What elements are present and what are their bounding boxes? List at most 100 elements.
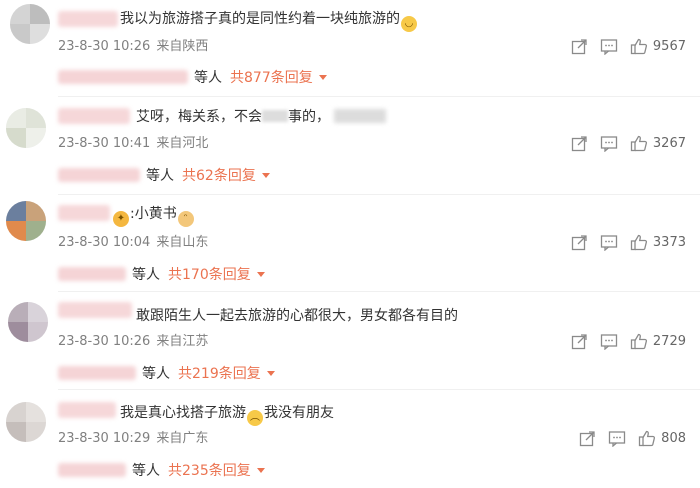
timestamp: 23-8-30 10:41 — [58, 136, 151, 151]
comment-item: 艾呀，梅关系，不会 事的， 23-8-30 10:41 来自河北 3267 等人 共… — [0, 98, 700, 195]
reply-suffix: 等人 — [132, 463, 160, 479]
comment-text: 艾呀，梅关系，不会 事的， — [136, 108, 386, 126]
avatar[interactable] — [6, 108, 46, 148]
share-icon — [580, 430, 595, 446]
comment-actions: 3267 — [571, 134, 686, 152]
avatar[interactable] — [6, 201, 46, 241]
like-count: 3373 — [652, 234, 686, 250]
like-count: 3267 — [652, 135, 686, 151]
like-button[interactable]: 2729 — [630, 333, 686, 350]
comment-text: 我以为旅游搭子真的是同性约着一块纯旅游的 ◡ — [120, 10, 418, 32]
share-icon — [571, 135, 587, 151]
comment-text: ✦:小黄书 ᵔ — [112, 205, 195, 227]
expand-replies-link[interactable]: 共877条回复 — [230, 67, 327, 87]
share-button[interactable] — [571, 38, 588, 55]
comment-item: 我以为旅游搭子真的是同性约着一块纯旅游的 ◡ 23-8-30 10:26 来自陕西 … — [0, 0, 700, 98]
reply-suffix: 等人 — [194, 70, 222, 86]
divider — [58, 96, 700, 97]
username[interactable] — [58, 11, 118, 27]
comment-meta: 23-8-30 10:41 来自河北 — [58, 136, 208, 152]
comment-meta: 23-8-30 10:29 来自广东 — [58, 431, 208, 447]
like-button[interactable]: 3267 — [630, 135, 686, 152]
caret-down-icon — [256, 467, 265, 473]
thumbs-up-icon — [630, 234, 647, 250]
reply-summary: 等人 共219条回复 — [58, 361, 275, 385]
thumbs-up-icon — [630, 38, 647, 54]
share-icon — [571, 333, 587, 349]
like-count: 2729 — [652, 333, 686, 349]
username[interactable] — [58, 205, 110, 221]
thumbs-up-icon — [630, 135, 647, 151]
expand-replies-link[interactable]: 共170条回复 — [168, 264, 265, 284]
comment-icon — [609, 430, 626, 447]
comment-button[interactable] — [600, 135, 618, 152]
share-icon — [571, 38, 587, 54]
location: 来自江苏 — [156, 334, 209, 349]
censored-mention — [334, 109, 386, 123]
location: 来自陕西 — [156, 39, 209, 54]
like-button[interactable]: 9567 — [630, 38, 686, 55]
timestamp: 23-8-30 10:26 — [58, 39, 151, 54]
comment-button[interactable] — [600, 333, 618, 350]
replier-names — [58, 267, 126, 281]
comment-icon — [600, 234, 618, 251]
comment-icon — [600, 333, 618, 350]
like-count: 9567 — [652, 38, 686, 54]
comment-item: 我是真心找搭子旅游 ︵ 我没有朋友 23-8-30 10:29 来自广东 808 等人… — [0, 390, 700, 488]
comment-actions: 3373 — [571, 233, 686, 251]
timestamp: 23-8-30 10:04 — [58, 235, 151, 250]
like-button[interactable]: 808 — [638, 430, 686, 447]
avatar[interactable] — [6, 402, 46, 442]
expand-replies-link[interactable]: 共235条回复 — [168, 460, 265, 480]
blink-emoji-icon: ◡ — [401, 16, 417, 32]
reply-summary: 等人 共235条回复 — [58, 458, 265, 482]
location: 来自山东 — [156, 235, 209, 250]
sparkle-emoji-icon: ✦ — [113, 211, 129, 227]
comment-item: 敢跟陌生人一起去旅游的心都很大，男女都各有目的 23-8-30 10:26 来自江… — [0, 292, 700, 390]
cat-face-emoji-icon: ᵔ — [177, 211, 194, 227]
comment-meta: 23-8-30 10:26 来自江苏 — [58, 334, 208, 350]
share-icon — [571, 234, 587, 250]
comment-meta: 23-8-30 10:04 来自山东 — [58, 235, 208, 251]
comment-actions: 2729 — [571, 332, 686, 350]
share-button[interactable] — [571, 234, 588, 251]
thumbs-up-icon — [630, 333, 647, 349]
username[interactable] — [58, 108, 130, 124]
sad-emoji-icon: ︵ — [247, 410, 263, 426]
comment-actions: 808 — [579, 429, 686, 447]
location: 来自河北 — [156, 136, 209, 151]
share-button[interactable] — [571, 135, 588, 152]
comment-button[interactable] — [600, 38, 618, 55]
comment-icon — [600, 135, 618, 152]
caret-down-icon — [256, 271, 265, 277]
caret-down-icon — [318, 74, 327, 80]
replier-names — [58, 366, 136, 380]
username[interactable] — [58, 402, 116, 418]
timestamp: 23-8-30 10:26 — [58, 334, 151, 349]
username[interactable] — [58, 302, 132, 318]
comment-text: 我是真心找搭子旅游 ︵ 我没有朋友 — [120, 404, 334, 426]
like-button[interactable]: 3373 — [630, 234, 686, 251]
caret-down-icon — [266, 370, 275, 376]
censored-text — [262, 110, 288, 122]
expand-replies-link[interactable]: 共62条回复 — [182, 165, 270, 185]
expand-replies-link[interactable]: 共219条回复 — [178, 363, 275, 383]
comment-button[interactable] — [608, 430, 626, 447]
share-button[interactable] — [579, 430, 596, 447]
replier-names — [58, 70, 188, 84]
reply-suffix: 等人 — [146, 168, 174, 184]
location: 来自广东 — [156, 431, 209, 446]
like-count: 808 — [661, 430, 686, 446]
reply-summary: 等人 共62条回复 — [58, 163, 270, 187]
reply-suffix: 等人 — [142, 366, 170, 382]
comment-button[interactable] — [600, 234, 618, 251]
avatar[interactable] — [10, 4, 50, 44]
share-button[interactable] — [571, 333, 588, 350]
thumbs-up-icon — [639, 430, 656, 446]
timestamp: 23-8-30 10:29 — [58, 431, 151, 446]
caret-down-icon — [261, 172, 270, 178]
comment-meta: 23-8-30 10:26 来自陕西 — [58, 39, 208, 55]
comment-icon — [600, 38, 618, 55]
avatar[interactable] — [8, 302, 48, 342]
reply-suffix: 等人 — [132, 267, 160, 283]
